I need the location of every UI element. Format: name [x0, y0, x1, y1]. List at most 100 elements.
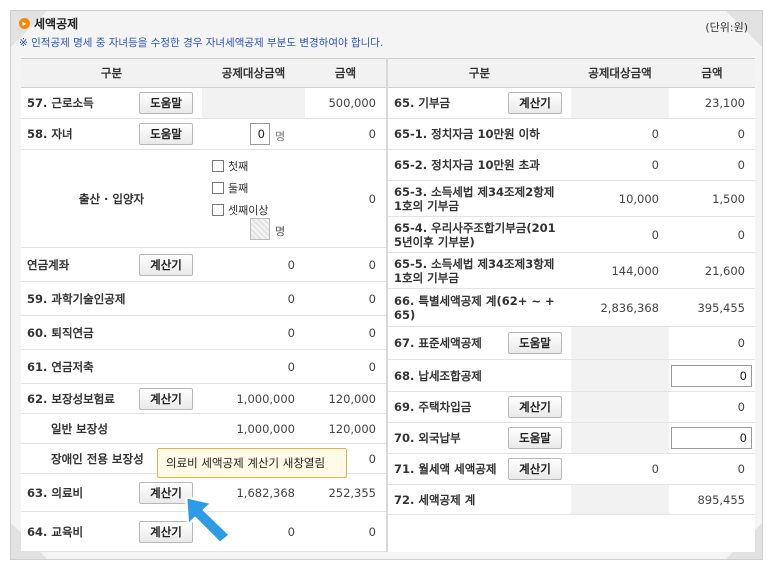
foreign-tax-input[interactable]: 0 [671, 427, 752, 449]
row-label: 출산 · 입양자 [21, 150, 202, 248]
count-unit: 명 [275, 130, 286, 143]
pointer-arrow-icon [184, 497, 232, 545]
credit-amount: 0 [669, 392, 755, 423]
header-base: 공제대상금액 [202, 58, 305, 88]
credit-amount: 500,000 [305, 88, 386, 119]
credit-amount: 0 [305, 316, 386, 350]
row-label-line: 65-4. 우리사주조합기부금(201 [394, 220, 556, 235]
credit-amount: 0 [669, 119, 755, 150]
base-amount: 144,000 [571, 253, 669, 289]
help-button[interactable]: 도움말 [139, 123, 193, 145]
row-label-line: 5년이후 기부분) [394, 234, 475, 249]
header-category: 구분 [21, 58, 202, 88]
base-amount: 1,000,000 [202, 384, 305, 414]
row-label-line: 65) [394, 307, 416, 322]
second-child-checkbox[interactable]: 둘째 [212, 180, 248, 196]
row-label-line: 1호의 기부금 [394, 198, 459, 213]
count-unit: 명 [275, 225, 286, 238]
help-button[interactable]: 도움말 [508, 332, 562, 354]
credit-amount: 0 [305, 119, 386, 150]
credit-amount: 0 [669, 150, 755, 181]
credit-amount: 0 [669, 217, 755, 253]
row-label: 68. 납세조합공제 [388, 360, 571, 392]
base-amount [571, 485, 669, 515]
tax-credit-table: 구분 공제대상금액 금액 구분 공제대상금액 금액 57. 근로소득 도움말 5… [21, 58, 755, 552]
row-label: 일반 보장성 [21, 414, 202, 444]
header-category: 구분 [388, 58, 571, 88]
credit-amount: 895,455 [669, 485, 755, 515]
header-base: 공제대상금액 [571, 58, 669, 88]
base-amount: 1,000,000 [202, 414, 305, 444]
arrow-shape [184, 497, 232, 545]
credit-amount: 120,000 [305, 384, 386, 414]
credit-amount: 0 [305, 150, 386, 248]
base-amount [571, 423, 669, 454]
base-amount [571, 360, 669, 392]
credit-amount: 1,500 [669, 181, 755, 217]
row-label-line: 66. 특별세액공제 계(62+ ~ + [394, 293, 555, 308]
unit-label: (단위:원) [705, 21, 748, 34]
base-amount: 0 [571, 150, 669, 181]
row-label: 65-5. 소득세법 제34조제3항제 1호의 기부금 [388, 253, 571, 289]
checkbox-icon [212, 182, 224, 194]
row-label-line: 1호의 기부금 [394, 270, 459, 285]
third-child-checkbox[interactable]: 셋째이상 [212, 202, 268, 218]
row-label: 72. 세액공제 계 [388, 485, 571, 515]
help-button[interactable]: 도움말 [508, 427, 562, 449]
section-title: ▸ 세액공제 [19, 15, 754, 32]
row-label: 59. 과학기술인공제 [21, 282, 202, 316]
row-label-line: 65-5. 소득세법 제34조제3항제 [394, 256, 555, 271]
first-child-checkbox[interactable]: 첫째 [212, 158, 248, 174]
credit-amount: 0 [305, 248, 386, 282]
checkbox-icon [212, 204, 224, 216]
tooltip: 의료비 세액공제 계산기 새창열림 [157, 448, 347, 478]
row-label: 61. 연금저축 [21, 350, 202, 384]
section-header: ▸ 세액공제 (단위:원) ※ 인적공제 명세 중 자녀등을 수정한 경우 자녀… [19, 15, 754, 50]
help-button[interactable]: 도움말 [139, 92, 193, 114]
base-amount [202, 88, 305, 119]
credit-amount: 0 [669, 454, 755, 485]
base-amount: 10,000 [571, 181, 669, 217]
base-amount [571, 88, 669, 119]
base-amount [571, 327, 669, 360]
base-amount [571, 392, 669, 423]
credit-amount: 120,000 [305, 414, 386, 444]
calculator-button[interactable]: 계산기 [508, 396, 562, 418]
credit-amount: 23,100 [669, 88, 755, 119]
tax-union-credit-input[interactable]: 0 [671, 365, 752, 387]
calculator-button[interactable]: 계산기 [508, 458, 562, 480]
credit-amount: 0 [305, 512, 386, 552]
checkbox-label: 둘째 [228, 182, 249, 195]
base-amount: 0 [571, 119, 669, 150]
calculator-button[interactable]: 계산기 [508, 92, 562, 114]
base-amount: 0 [202, 316, 305, 350]
credit-amount: 0 [305, 350, 386, 384]
credit-amount: 252,355 [305, 474, 386, 512]
base-amount: 0 [571, 217, 669, 253]
credit-amount: 395,455 [669, 289, 755, 327]
header-amount: 금액 [305, 58, 386, 88]
row-label-line: 65-3. 소득세법 제34조제2항제 [394, 184, 555, 199]
checkbox-label: 셋째이상 [228, 204, 269, 217]
base-amount: 0 [202, 248, 305, 282]
bullet-icon: ▸ [19, 18, 30, 29]
row-label: 66. 특별세액공제 계(62+ ~ + 65) [388, 289, 571, 327]
calculator-button[interactable]: 계산기 [139, 388, 193, 410]
notice-text: ※ 인적공제 명세 중 자녀등을 수정한 경우 자녀세액공제 부분도 변경하여야… [19, 37, 384, 49]
checkbox-icon [212, 160, 224, 172]
header-amount: 금액 [669, 58, 755, 88]
section-title-text: 세액공제 [34, 17, 79, 31]
credit-amount: 21,600 [669, 253, 755, 289]
row-label: 65-3. 소득세법 제34조제2항제 1호의 기부금 [388, 181, 571, 217]
row-label: 65-1. 정치자금 10만원 이하 [388, 119, 571, 150]
credit-amount: 0 [669, 327, 755, 360]
child-count-input[interactable]: 0 [250, 123, 270, 145]
row-label: 60. 퇴직연금 [21, 316, 202, 350]
base-amount: 2,836,368 [571, 289, 669, 327]
base-amount: 0 [202, 350, 305, 384]
birth-count-input-disabled [250, 218, 270, 240]
base-amount: 0 [202, 282, 305, 316]
calculator-button[interactable]: 계산기 [139, 254, 193, 276]
row-label: 65-2. 정치자금 10만원 초과 [388, 150, 571, 181]
row-label: 65-4. 우리사주조합기부금(201 5년이후 기부분) [388, 217, 571, 253]
